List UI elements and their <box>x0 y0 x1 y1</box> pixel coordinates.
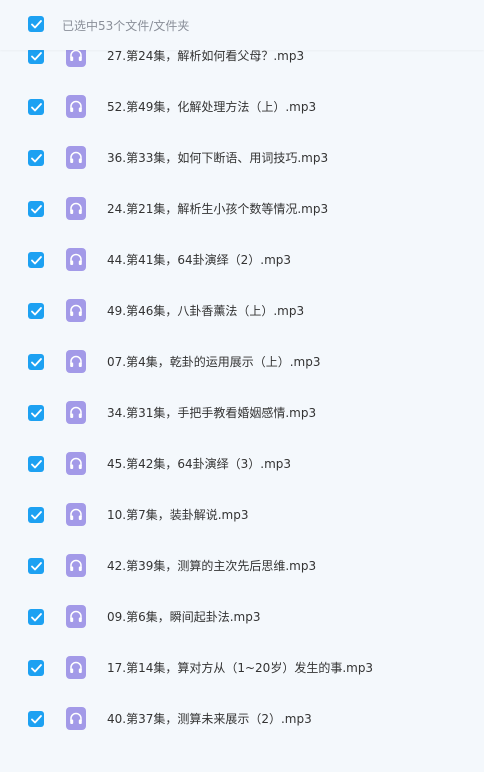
file-checkbox[interactable] <box>28 354 44 370</box>
file-row[interactable]: 40.第37集，测算未来展示（2）.mp3 <box>0 693 484 744</box>
audio-file-icon <box>66 452 86 475</box>
headphones-icon <box>70 559 82 571</box>
file-checkbox[interactable] <box>28 507 44 523</box>
file-checkbox[interactable] <box>28 405 44 421</box>
file-list: 27.第24集，解析如何看父母？.mp3 52.第49集，化解处理方法（上）.mp… <box>0 30 484 744</box>
checkmark-icon <box>30 204 42 213</box>
headphones-icon <box>70 151 82 163</box>
checkmark-icon <box>30 510 42 519</box>
headphones-icon <box>70 304 82 316</box>
audio-file-icon <box>66 554 86 577</box>
checkmark-icon <box>30 102 42 111</box>
file-row[interactable]: 36.第33集，如何下断语、用词技巧.mp3 <box>0 132 484 183</box>
headphones-icon <box>70 355 82 367</box>
headphones-icon <box>70 406 82 418</box>
headphones-icon <box>70 49 82 61</box>
file-selection-screen: 已选中53个文件/文件夹 27.第24集，解析如何看父母？.mp3 52.第49集… <box>0 0 484 772</box>
file-name[interactable]: 49.第46集，八卦香薰法（上）.mp3 <box>107 302 304 320</box>
selection-header: 已选中53个文件/文件夹 <box>0 0 484 50</box>
checkmark-icon <box>30 408 42 417</box>
checkmark-icon <box>30 459 42 468</box>
file-name[interactable]: 10.第7集，装卦解说.mp3 <box>107 506 248 524</box>
headphones-icon <box>70 100 82 112</box>
checkmark-icon <box>30 255 42 264</box>
file-checkbox[interactable] <box>28 609 44 625</box>
file-name[interactable]: 34.第31集，手把手教看婚姻感情.mp3 <box>107 404 316 422</box>
file-checkbox[interactable] <box>28 660 44 676</box>
audio-file-icon <box>66 350 86 373</box>
checkmark-icon <box>30 663 42 672</box>
checkmark-icon <box>30 357 42 366</box>
file-name[interactable]: 09.第6集，瞬间起卦法.mp3 <box>107 608 260 626</box>
file-name[interactable]: 17.第14集，算对方从（1~20岁）发生的事.mp3 <box>107 659 373 677</box>
headphones-icon <box>70 457 82 469</box>
file-checkbox[interactable] <box>28 48 44 64</box>
list-bottom-fade <box>0 758 484 772</box>
headphones-icon <box>70 661 82 673</box>
file-name[interactable]: 24.第21集，解析生小孩个数等情况.mp3 <box>107 200 328 218</box>
file-row[interactable]: 52.第49集，化解处理方法（上）.mp3 <box>0 81 484 132</box>
file-row[interactable]: 34.第31集，手把手教看婚姻感情.mp3 <box>0 387 484 438</box>
file-name[interactable]: 36.第33集，如何下断语、用词技巧.mp3 <box>107 149 328 167</box>
file-row[interactable]: 42.第39集，测算的主次先后思维.mp3 <box>0 540 484 591</box>
file-name[interactable]: 07.第4集，乾卦的运用展示（上）.mp3 <box>107 353 320 371</box>
checkmark-icon <box>30 19 42 28</box>
checkmark-icon <box>30 612 42 621</box>
audio-file-icon <box>66 605 86 628</box>
file-name[interactable]: 45.第42集，64卦演绎（3）.mp3 <box>107 455 291 473</box>
file-row[interactable]: 10.第7集，装卦解说.mp3 <box>0 489 484 540</box>
file-name[interactable]: 44.第41集，64卦演绎（2）.mp3 <box>107 251 291 269</box>
checkmark-icon <box>30 306 42 315</box>
headphones-icon <box>70 508 82 520</box>
selection-count-label: 已选中53个文件/文件夹 <box>62 19 190 33</box>
checkmark-icon <box>30 153 42 162</box>
headphones-icon <box>70 610 82 622</box>
file-checkbox[interactable] <box>28 150 44 166</box>
file-row[interactable]: 45.第42集，64卦演绎（3）.mp3 <box>0 438 484 489</box>
file-name[interactable]: 40.第37集，测算未来展示（2）.mp3 <box>107 710 312 728</box>
file-checkbox[interactable] <box>28 711 44 727</box>
file-checkbox[interactable] <box>28 303 44 319</box>
file-row[interactable]: 44.第41集，64卦演绎（2）.mp3 <box>0 234 484 285</box>
audio-file-icon <box>66 248 86 271</box>
file-row[interactable]: 49.第46集，八卦香薰法（上）.mp3 <box>0 285 484 336</box>
headphones-icon <box>70 253 82 265</box>
audio-file-icon <box>66 401 86 424</box>
file-row[interactable]: 09.第6集，瞬间起卦法.mp3 <box>0 591 484 642</box>
audio-file-icon <box>66 656 86 679</box>
file-checkbox[interactable] <box>28 558 44 574</box>
file-checkbox[interactable] <box>28 201 44 217</box>
audio-file-icon <box>66 299 86 322</box>
file-checkbox[interactable] <box>28 252 44 268</box>
audio-file-icon <box>66 707 86 730</box>
file-checkbox[interactable] <box>28 99 44 115</box>
select-all-checkbox[interactable] <box>28 16 44 32</box>
audio-file-icon <box>66 503 86 526</box>
file-row[interactable]: 07.第4集，乾卦的运用展示（上）.mp3 <box>0 336 484 387</box>
audio-file-icon <box>66 197 86 220</box>
audio-file-icon <box>66 95 86 118</box>
file-row[interactable]: 24.第21集，解析生小孩个数等情况.mp3 <box>0 183 484 234</box>
file-name[interactable]: 42.第39集，测算的主次先后思维.mp3 <box>107 557 316 575</box>
checkmark-icon <box>30 51 42 60</box>
file-checkbox[interactable] <box>28 456 44 472</box>
file-name[interactable]: 52.第49集，化解处理方法（上）.mp3 <box>107 98 316 116</box>
headphones-icon <box>70 202 82 214</box>
audio-file-icon <box>66 146 86 169</box>
file-row[interactable]: 17.第14集，算对方从（1~20岁）发生的事.mp3 <box>0 642 484 693</box>
checkmark-icon <box>30 714 42 723</box>
headphones-icon <box>70 712 82 724</box>
checkmark-icon <box>30 561 42 570</box>
